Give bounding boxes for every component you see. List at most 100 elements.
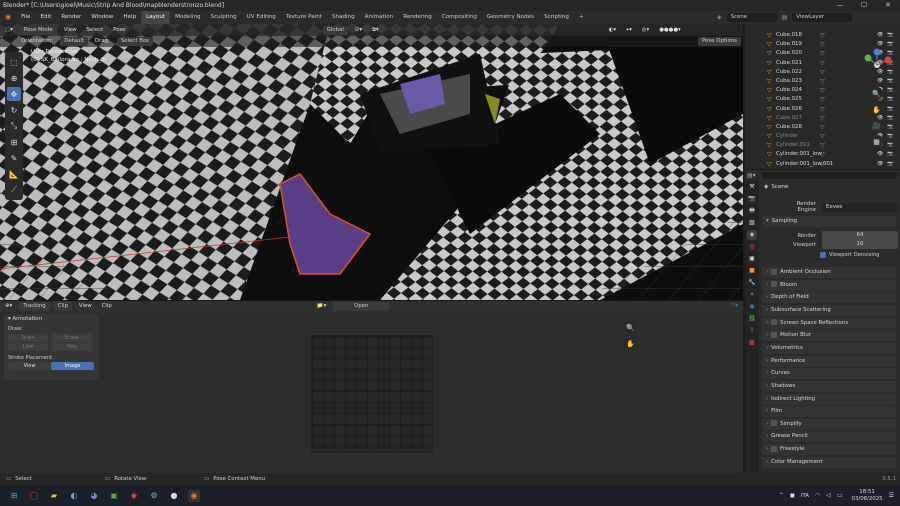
move-icon[interactable]: ✥ (7, 87, 21, 101)
eye-icon[interactable]: 👁 (877, 150, 883, 159)
folder-icon[interactable]: 📁▾ (312, 301, 331, 312)
property-section[interactable]: › Freestyle (762, 444, 896, 456)
tool-tab-icon[interactable]: ⚒ (747, 182, 757, 192)
tab-geometry-nodes[interactable]: Geometry Nodes (482, 11, 539, 24)
clip-gizmo-icon[interactable]: ⤧▾ (726, 301, 743, 312)
tab-modeling[interactable]: Modeling (170, 11, 205, 24)
overlays-icon[interactable]: ◎▾ (637, 25, 654, 36)
transform-icon[interactable]: ⊞ (7, 135, 21, 149)
property-section[interactable]: › Indirect Lighting (762, 393, 896, 405)
camera-icon[interactable]: 🎥 (870, 119, 883, 132)
annotate-icon[interactable]: ✎ (7, 151, 21, 165)
tab-sculpting[interactable]: Sculpting (206, 11, 242, 24)
minimize-button[interactable]: — (828, 0, 852, 11)
game-icon[interactable]: ◆ (128, 490, 140, 502)
section-checkbox[interactable] (771, 420, 778, 427)
windows-start-icon[interactable]: ⊞ (8, 490, 20, 502)
menu-view[interactable]: View (59, 25, 82, 36)
volume-icon[interactable]: ◁ (826, 492, 831, 499)
viewport-samples-field[interactable]: 16 (822, 240, 898, 249)
clip-zoom-icon[interactable]: 🔍 (624, 321, 637, 334)
battery-icon[interactable]: ▭ (837, 492, 843, 499)
github-icon[interactable]: ● (168, 490, 180, 502)
menu-file[interactable]: File (16, 11, 35, 24)
view-layer-tab-icon[interactable]: ▧ (747, 218, 757, 228)
property-section[interactable]: › Motion Blur (762, 330, 896, 342)
modifier-tab-icon[interactable]: 🔧 (747, 278, 757, 288)
zoom-icon[interactable]: 🔍 (870, 87, 883, 100)
menu-edit[interactable]: Edit (35, 11, 56, 24)
drag-dropdown[interactable]: Select Box (116, 37, 154, 46)
outliner-item[interactable]: ▽ Cylinder.001_low ▽ 👁 📷 (745, 150, 900, 159)
discord-icon[interactable]: ◕ (88, 490, 100, 502)
visibility-icon[interactable]: ◐▾ (604, 25, 621, 36)
opera-icon[interactable]: ◯ (28, 490, 40, 502)
eye-icon[interactable]: 👁 (877, 160, 883, 169)
section-checkbox[interactable] (771, 268, 778, 275)
select-box-icon[interactable]: ⬚ (7, 55, 21, 69)
tab-texture-paint[interactable]: Texture Paint (281, 11, 327, 24)
menu-help[interactable]: Help (118, 11, 141, 24)
clip-menu-clip[interactable]: Clip (97, 301, 117, 312)
viewlayer-field[interactable]: ViewLayer (792, 13, 853, 22)
camera-render-icon[interactable]: 📷 (887, 160, 893, 169)
scene-tab-icon[interactable]: ◈ (747, 230, 757, 240)
tab-animation[interactable]: Animation (360, 11, 399, 24)
property-section[interactable]: › Grease Pencil (762, 431, 896, 443)
orientation-dropdown[interactable]: Default (60, 37, 88, 46)
menu-pose[interactable]: Pose (108, 25, 130, 36)
transform-orientation[interactable]: Global (322, 25, 348, 35)
add-workspace-button[interactable]: + (574, 11, 589, 24)
tab-layout[interactable]: Layout (141, 11, 171, 24)
mode-selector[interactable]: Pose Mode (19, 25, 57, 35)
maximize-button[interactable]: ☐ (852, 0, 876, 11)
texture-tab-icon[interactable]: ▩ (747, 338, 757, 348)
axis-gizmo-icon[interactable] (860, 48, 894, 82)
editor-type-icon[interactable]: ⬚▾ (0, 25, 18, 36)
particles-tab-icon[interactable]: ✦ (747, 290, 757, 300)
clip-pan-icon[interactable]: ✋ (624, 337, 637, 350)
close-button[interactable]: ✕ (876, 0, 900, 11)
tab-uv-editing[interactable]: UV Editing (242, 11, 281, 24)
tab-compositing[interactable]: Compositing (437, 11, 482, 24)
denoising-checkbox[interactable] (820, 252, 826, 258)
render-samples-field[interactable]: 64 (822, 231, 898, 240)
property-section[interactable]: › Performance (762, 355, 896, 367)
property-section[interactable]: › Ambient Occlusion (762, 267, 896, 278)
clip-mode-dropdown[interactable]: Tracking (19, 302, 50, 311)
eye-icon[interactable]: 👁 (877, 31, 883, 40)
tab-rendering[interactable]: Rendering (398, 11, 437, 24)
property-section[interactable]: › Subsurface Scattering (762, 304, 896, 316)
menu-select[interactable]: Select (82, 25, 109, 36)
cursor-icon[interactable]: ⊕ (7, 71, 21, 85)
properties-search[interactable] (761, 172, 897, 179)
property-section[interactable]: › Volumetrics (762, 342, 896, 354)
steam-icon[interactable]: ⚙ (148, 490, 160, 502)
section-checkbox[interactable] (771, 281, 778, 288)
placement-view-button[interactable]: View (8, 362, 51, 370)
property-section[interactable]: › Color Management (762, 456, 896, 468)
clip-view-dropdown[interactable]: Clip (53, 302, 72, 311)
property-section[interactable]: › Shadows (762, 380, 896, 392)
annot-draw-button[interactable]: Draw (8, 334, 48, 342)
scene-field[interactable]: Scene (726, 13, 777, 22)
shading-solid-icon[interactable]: ●●●●▾ (654, 25, 686, 36)
3d-viewport[interactable] (0, 24, 743, 300)
clip-canvas-grid[interactable] (311, 335, 433, 453)
section-checkbox[interactable] (771, 319, 778, 326)
open-clip-button[interactable]: Open (333, 302, 390, 311)
sampling-section[interactable]: ▾ Sampling (762, 216, 896, 227)
tab-scripting[interactable]: Scripting (539, 11, 574, 24)
tab-shading[interactable]: Shading (327, 11, 360, 24)
property-section[interactable]: › Simplify (762, 418, 896, 430)
camera-render-icon[interactable]: 📷 (887, 150, 893, 159)
edge-icon[interactable]: ◐ (68, 490, 80, 502)
tray-app-icon[interactable]: ◼ (790, 492, 795, 499)
placement-image-button[interactable]: Image (51, 362, 94, 370)
outliner-item[interactable]: ▽ Cube.018 ▽ 👁 📷 (745, 31, 900, 40)
snap-icon[interactable]: ⧉▾ (367, 25, 384, 36)
render-engine-dropdown[interactable]: Eevee (822, 202, 898, 212)
clock[interactable]: 18:51 03/08/2025 (852, 489, 883, 503)
pivot-icon[interactable]: ⊙▾ (350, 25, 367, 36)
notification-icon[interactable]: ☰ (889, 492, 894, 499)
